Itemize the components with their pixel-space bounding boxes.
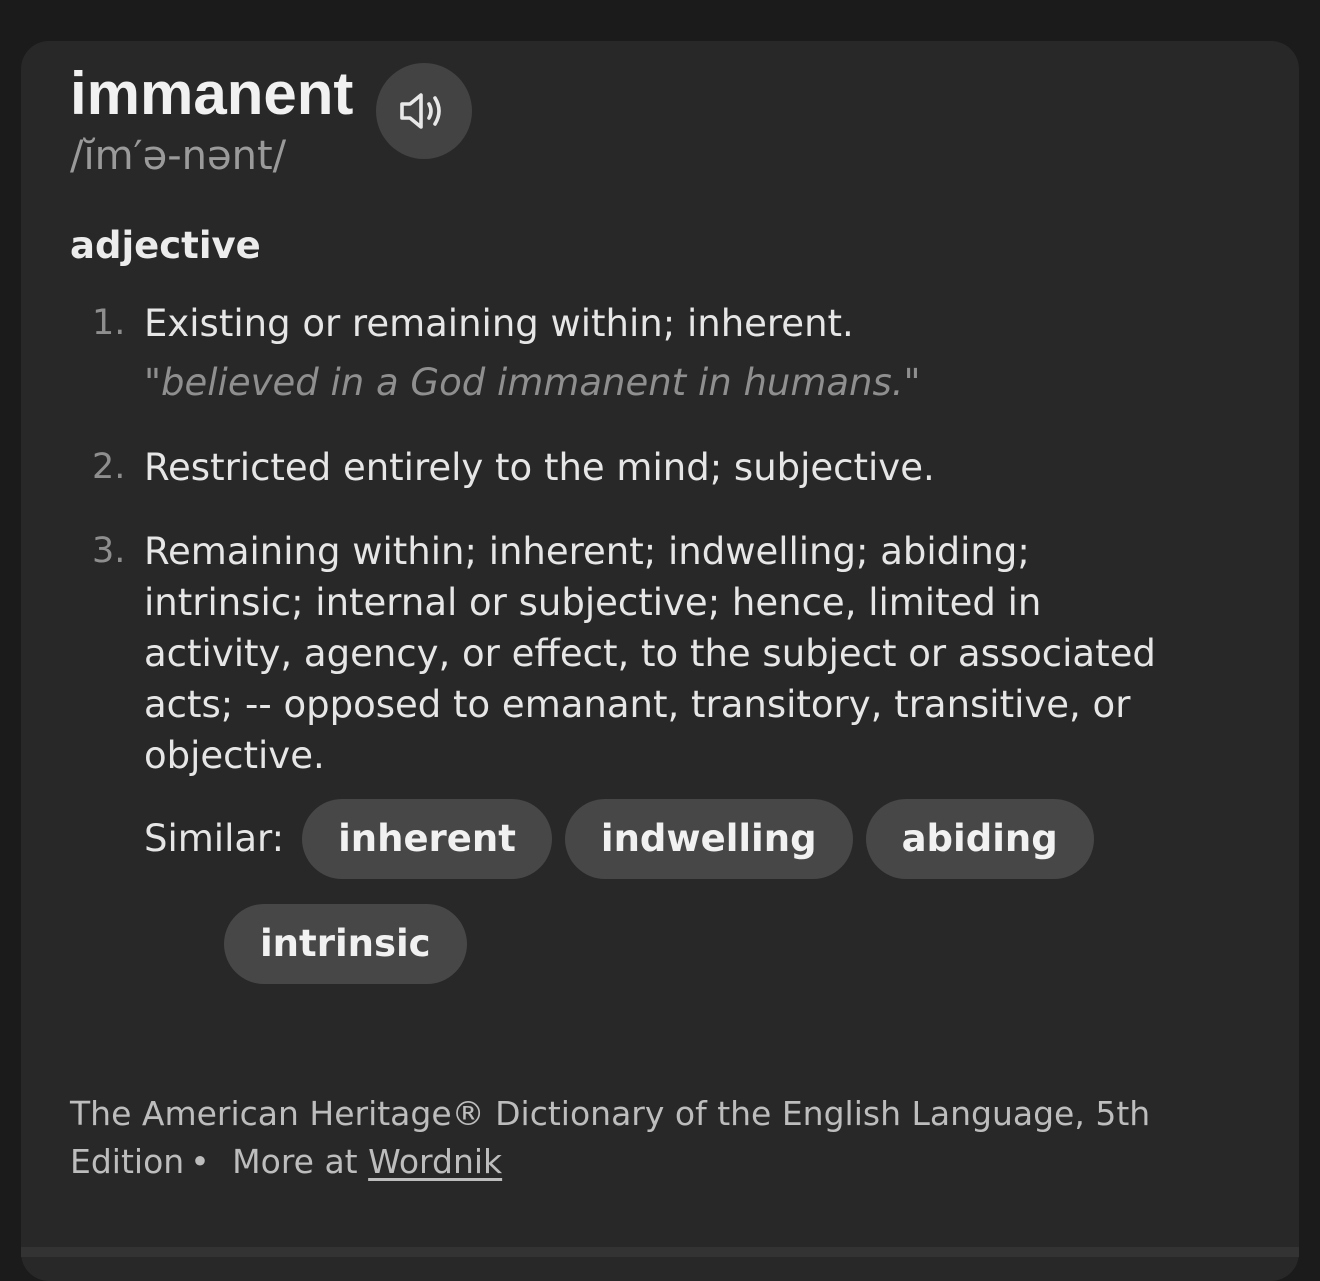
source-attribution: The American Heritage® Dictionary of the…	[70, 1090, 1210, 1186]
similar-chip-intrinsic[interactable]: intrinsic	[224, 904, 467, 984]
definition-number: 3.	[92, 531, 126, 571]
similar-words-row-2: intrinsic	[224, 904, 1190, 984]
definition-text: Existing or remaining within; inherent.	[144, 302, 854, 345]
similar-words: Similar: inherent indwelling abiding	[70, 799, 1190, 879]
more-at-label: More at	[232, 1142, 358, 1181]
part-of-speech: adjective	[70, 224, 261, 267]
similar-label: Similar:	[144, 817, 285, 860]
similar-chip-indwelling[interactable]: indwelling	[564, 799, 853, 879]
speaker-icon	[398, 89, 450, 133]
definition-number: 1.	[92, 303, 126, 343]
definition-example: "believed in a God immanent in humans."	[144, 361, 921, 404]
definition-text: Remaining within; inherent; indwelling; …	[144, 530, 1156, 777]
similar-chip-abiding[interactable]: abiding	[865, 799, 1094, 879]
definition-item: 1. Existing or remaining within; inheren…	[70, 298, 1190, 408]
pronunciation-audio-button[interactable]	[376, 63, 472, 159]
definition-text: Restricted entirely to the mind; subject…	[144, 446, 935, 489]
definition-item: 2. Restricted entirely to the mind; subj…	[70, 442, 1190, 493]
entry-word: immanent	[70, 60, 354, 127]
source-separator: •	[190, 1142, 210, 1181]
wordnik-link[interactable]: Wordnik	[368, 1142, 502, 1181]
similar-chip-inherent[interactable]: inherent	[302, 799, 552, 879]
definitions-list: 1. Existing or remaining within; inheren…	[70, 298, 1190, 984]
phonetic-spelling: /ĭm′ə-nənt/	[70, 133, 287, 179]
card-divider	[21, 1247, 1299, 1257]
definition-number: 2.	[92, 447, 126, 487]
definition-item: 3. Remaining within; inherent; indwellin…	[70, 526, 1190, 984]
